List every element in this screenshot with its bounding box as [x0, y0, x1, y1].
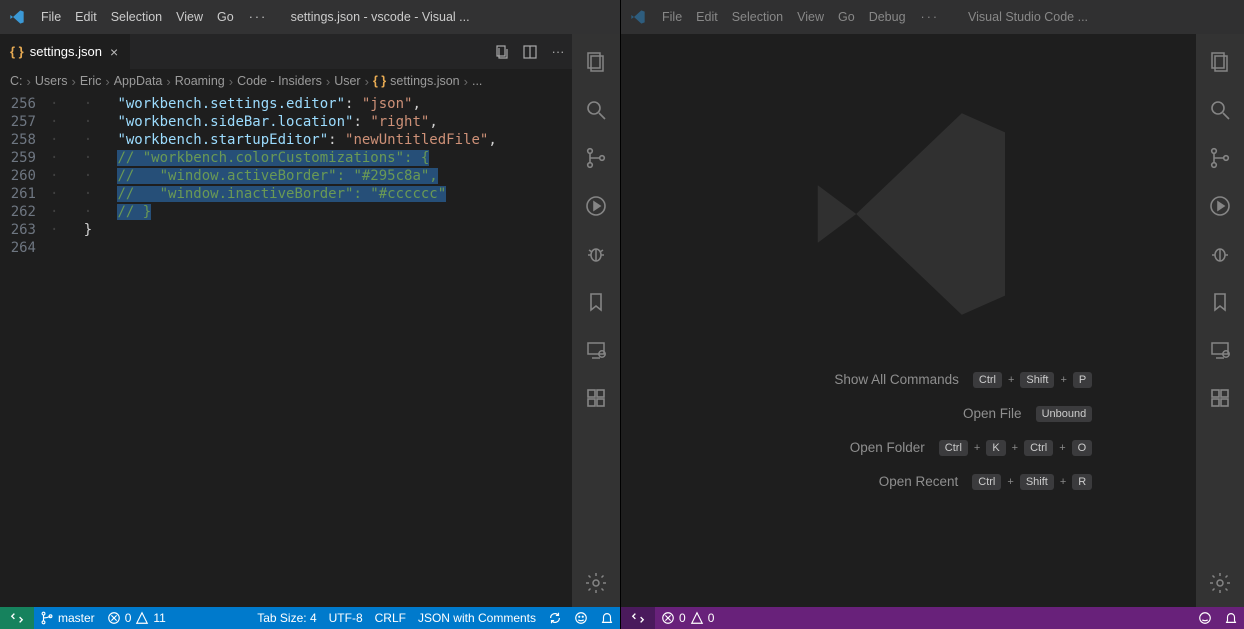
- tab-size-status[interactable]: Tab Size: 4: [251, 607, 322, 629]
- command-label: Show All Commands: [759, 372, 959, 387]
- settings-gear-icon[interactable]: [572, 559, 620, 607]
- status-bar: master 0 11 Tab Size: 4 UTF-8 CRLF JSON …: [0, 607, 620, 629]
- maximize-icon[interactable]: : [530, 0, 575, 34]
- activity-bar: [572, 34, 620, 607]
- vscode-logo-icon: [0, 9, 34, 25]
- bookmarks-icon[interactable]: [1196, 278, 1244, 326]
- menu-edit[interactable]: Edit: [689, 0, 725, 34]
- tab-close-icon[interactable]: ×: [108, 44, 120, 60]
- debug-bug-icon[interactable]: [1196, 230, 1244, 278]
- notifications-icon[interactable]: [1218, 607, 1244, 629]
- menu-view[interactable]: View: [790, 0, 831, 34]
- more-actions-icon[interactable]: ···: [544, 44, 572, 59]
- language-mode-status[interactable]: JSON with Comments: [412, 607, 542, 629]
- explorer-icon[interactable]: [1196, 38, 1244, 86]
- source-control-icon[interactable]: [572, 134, 620, 182]
- keybinding: Ctrl+Shift+R: [972, 474, 1092, 490]
- welcome-command: Show All Commands Ctrl+Shift+P: [725, 372, 1092, 388]
- title-bar: File Edit Selection View Go Debug ··· Vi…: [621, 0, 1244, 34]
- welcome-command: Open Folder Ctrl+K+Ctrl+O: [725, 440, 1092, 456]
- search-icon[interactable]: [572, 86, 620, 134]
- debug-bug-icon[interactable]: [572, 230, 620, 278]
- problems-status[interactable]: 0 0: [655, 607, 720, 629]
- git-branch-status[interactable]: master: [34, 607, 101, 629]
- json-file-icon: { }: [10, 44, 24, 59]
- menu-selection[interactable]: Selection: [104, 0, 169, 34]
- problems-status[interactable]: 0 11: [101, 607, 172, 629]
- welcome-page: Show All Commands Ctrl+Shift+P Open File Un…: [621, 34, 1196, 607]
- minimize-icon[interactable]: : [1109, 0, 1154, 34]
- window-title: settings.json - vscode - Visual ...: [275, 10, 485, 24]
- line-number-gutter: 256257258259260261262263264: [0, 93, 50, 607]
- remote-explorer-icon[interactable]: [1196, 326, 1244, 374]
- welcome-command: Open Recent Ctrl+Shift+R: [725, 474, 1092, 490]
- keybinding: Ctrl+K+Ctrl+O: [939, 440, 1092, 456]
- notifications-icon[interactable]: [594, 607, 620, 629]
- feedback-icon[interactable]: [1192, 607, 1218, 629]
- menu-view[interactable]: View: [169, 0, 210, 34]
- open-changes-icon[interactable]: [488, 43, 516, 60]
- remote-indicator-icon[interactable]: [621, 607, 655, 629]
- menu-debug[interactable]: Debug: [862, 0, 913, 34]
- settings-gear-icon[interactable]: [1196, 559, 1244, 607]
- vscode-logo-icon: [621, 9, 655, 25]
- editor[interactable]: 256257258259260261262263264 · · "workben…: [0, 93, 572, 607]
- sync-status-icon[interactable]: [542, 607, 568, 629]
- source-control-icon[interactable]: [1196, 134, 1244, 182]
- remote-explorer-icon[interactable]: [572, 326, 620, 374]
- close-icon[interactable]: : [575, 0, 620, 34]
- keybinding: Ctrl+Shift+P: [973, 372, 1092, 388]
- status-bar: 0 0: [621, 607, 1244, 629]
- search-icon[interactable]: [1196, 86, 1244, 134]
- tab-label: settings.json: [30, 44, 102, 59]
- menu-go[interactable]: Go: [831, 0, 862, 34]
- command-label: Open Recent: [758, 474, 958, 489]
- title-bar: File Edit Selection View Go ··· settings…: [0, 0, 620, 34]
- menu-overflow-icon[interactable]: ···: [913, 10, 948, 24]
- minimize-icon[interactable]: : [485, 0, 530, 34]
- menu-selection[interactable]: Selection: [725, 0, 790, 34]
- eol-status[interactable]: CRLF: [369, 607, 412, 629]
- menu-overflow-icon[interactable]: ···: [241, 10, 276, 24]
- extensions-icon[interactable]: [1196, 374, 1244, 422]
- split-editor-icon[interactable]: [516, 43, 544, 60]
- editor-tabs: { } settings.json × ···: [0, 34, 572, 69]
- tab-settings-json[interactable]: { } settings.json ×: [0, 34, 130, 69]
- menu-go[interactable]: Go: [210, 0, 241, 34]
- debug-run-icon[interactable]: [572, 182, 620, 230]
- welcome-command: Open File Unbound: [725, 406, 1092, 422]
- menu-file[interactable]: File: [34, 0, 68, 34]
- menu-edit[interactable]: Edit: [68, 0, 104, 34]
- feedback-icon[interactable]: [568, 607, 594, 629]
- encoding-status[interactable]: UTF-8: [323, 607, 369, 629]
- activity-bar: [1196, 34, 1244, 607]
- command-label: Open File: [822, 406, 1022, 421]
- command-label: Open Folder: [725, 440, 925, 455]
- remote-indicator-icon[interactable]: [0, 607, 34, 629]
- extensions-icon[interactable]: [572, 374, 620, 422]
- explorer-icon[interactable]: [572, 38, 620, 86]
- close-icon[interactable]: : [1199, 0, 1244, 34]
- bookmarks-icon[interactable]: [572, 278, 620, 326]
- menu-file[interactable]: File: [655, 0, 689, 34]
- keybinding: Unbound: [1036, 406, 1093, 422]
- window-title: Visual Studio Code ...: [947, 10, 1109, 24]
- breadcrumb[interactable]: C:› Users› Eric› AppData› Roaming› Code …: [0, 69, 572, 93]
- vscode-watermark-icon: [789, 94, 1029, 337]
- maximize-icon[interactable]: : [1154, 0, 1199, 34]
- debug-run-icon[interactable]: [1196, 182, 1244, 230]
